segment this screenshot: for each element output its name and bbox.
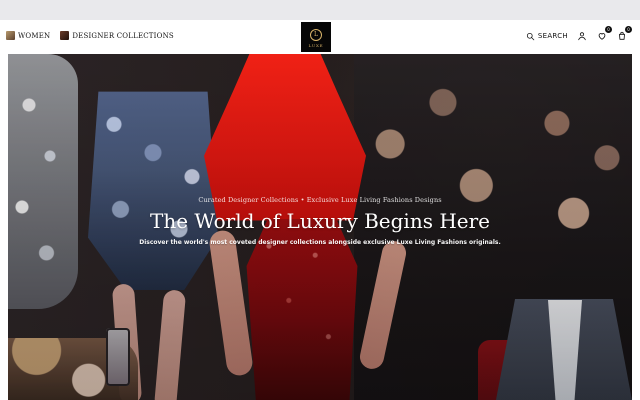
wishlist-button[interactable]: 0 xyxy=(596,26,612,42)
user-icon xyxy=(577,31,587,41)
brand-logo[interactable]: L LUXE xyxy=(301,22,331,52)
women-thumbnail xyxy=(6,31,15,40)
nav-label-women: WOMEN xyxy=(18,31,51,40)
search-button[interactable]: SEARCH xyxy=(526,32,568,41)
wishlist-count-badge: 0 xyxy=(605,26,612,33)
hero-eyebrow: Curated Designer Collections • Exclusive… xyxy=(198,196,442,204)
hero-copy: Curated Designer Collections • Exclusive… xyxy=(108,196,532,246)
hero-banner: Curated Designer Collections • Exclusive… xyxy=(8,54,632,400)
search-icon xyxy=(526,32,535,41)
cart-button[interactable]: 0 xyxy=(616,26,632,42)
header-actions: SEARCH 0 0 xyxy=(526,26,632,42)
nav-label-designer-collections: DESIGNER COLLECTIONS xyxy=(72,31,174,40)
heart-icon xyxy=(597,31,607,41)
cart-count-badge: 0 xyxy=(625,26,632,33)
browser-top-strip xyxy=(0,0,640,20)
nav-item-women[interactable]: WOMEN xyxy=(6,31,50,40)
designer-collections-thumbnail xyxy=(60,31,70,40)
search-label: SEARCH xyxy=(537,32,568,40)
account-button[interactable] xyxy=(576,30,588,42)
logo-monogram: L xyxy=(310,29,322,41)
primary-navigation: WOMEN DESIGNER COLLECTIONS xyxy=(6,31,174,40)
nav-item-designer-collections[interactable]: DESIGNER COLLECTIONS xyxy=(60,31,174,40)
shopping-bag-icon xyxy=(617,31,627,41)
hero-subtitle: Discover the world's most coveted design… xyxy=(139,239,501,246)
site-header: WOMEN DESIGNER COLLECTIONS L LUXE SEARCH xyxy=(0,20,640,54)
page: WOMEN DESIGNER COLLECTIONS L LUXE SEARCH xyxy=(0,0,640,400)
logo-text: LUXE xyxy=(308,43,324,48)
hero-title: The World of Luxury Begins Here xyxy=(149,209,491,233)
